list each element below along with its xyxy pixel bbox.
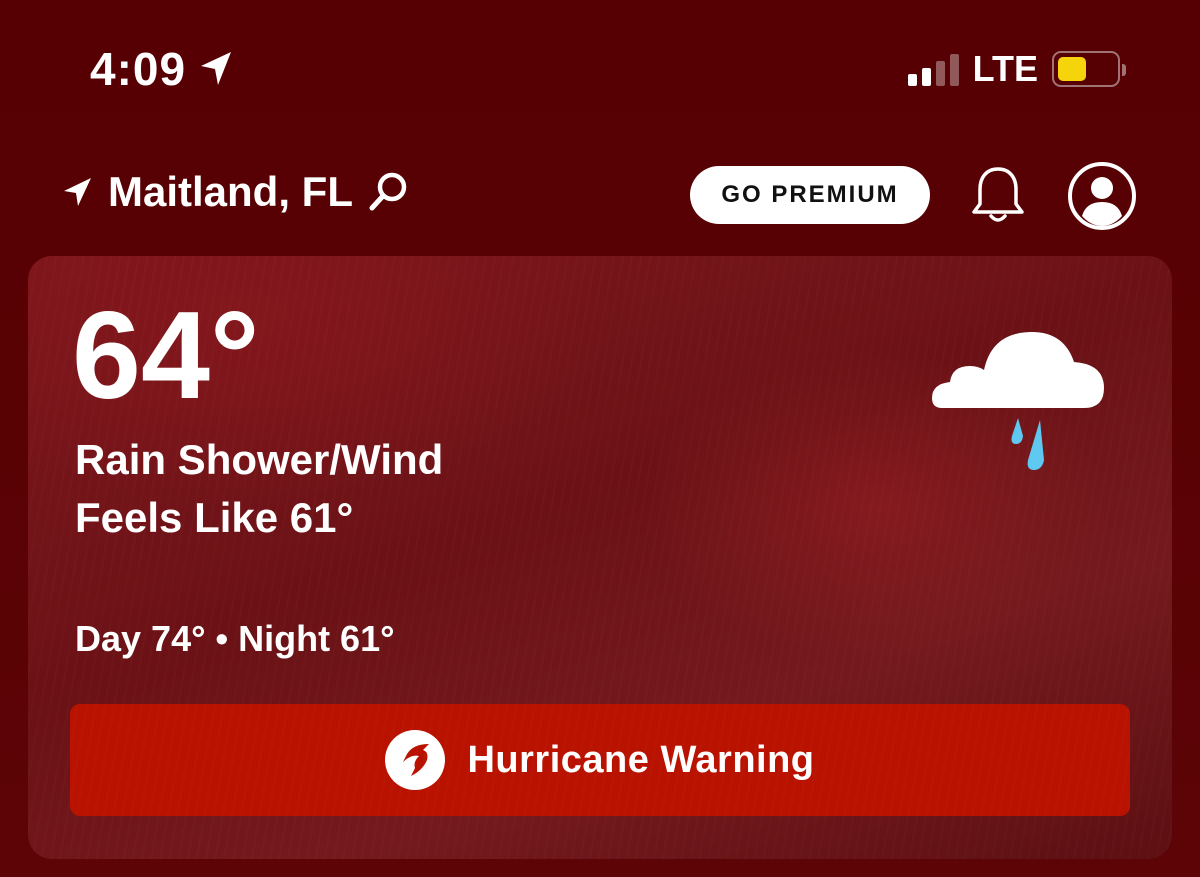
battery-icon xyxy=(1052,51,1126,87)
location-arrow-icon xyxy=(201,52,232,85)
hurricane-icon xyxy=(385,730,446,790)
go-premium-button[interactable]: GO PREMIUM xyxy=(690,166,930,224)
profile-icon[interactable] xyxy=(1066,160,1138,232)
location-arrow-icon xyxy=(64,178,91,206)
day-night-temperatures: Day 74° • Night 61° xyxy=(75,618,395,659)
weather-condition: Rain Shower/Wind xyxy=(75,436,444,483)
location-name: Maitland, FL xyxy=(108,168,353,215)
cloud-rain-icon xyxy=(932,332,1104,470)
status-indicators: LTE xyxy=(907,48,1126,90)
search-icon[interactable] xyxy=(367,171,409,213)
bell-icon[interactable] xyxy=(968,164,1028,226)
network-type: LTE xyxy=(972,48,1038,89)
location-selector[interactable]: Maitland, FL xyxy=(60,168,409,216)
feels-like-temperature: Feels Like 61° xyxy=(75,494,354,541)
current-conditions-card[interactable]: 64° Rain Shower/Wind Feels Like 61° Day … xyxy=(28,256,1172,859)
alert-label: Hurricane Warning xyxy=(467,738,815,781)
signal-strength-icon xyxy=(907,52,959,86)
hurricane-warning-button[interactable]: Hurricane Warning xyxy=(70,704,1130,816)
weather-screen: 4:09 LTE Maitland, FL GO PREMIUM 64° Rai… xyxy=(0,0,1200,877)
status-time-label: 4:09 xyxy=(90,43,187,95)
status-time: 4:09 xyxy=(90,42,234,96)
current-temperature: 64° xyxy=(72,287,260,425)
